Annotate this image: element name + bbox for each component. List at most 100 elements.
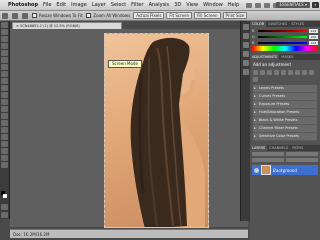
lasso-tool-icon[interactable] — [1, 36, 8, 42]
red-channel-label: R — [252, 28, 255, 33]
eyedropper-tool-icon[interactable] — [1, 57, 8, 63]
preset-hue-saturation[interactable]: Hue/Saturation Presets — [253, 109, 317, 117]
background-color-swatch[interactable] — [3, 194, 7, 198]
tab-masks[interactable]: MASKS — [279, 54, 295, 60]
quick-mask-icon[interactable] — [1, 204, 8, 210]
tab-color[interactable]: COLOR — [250, 21, 267, 27]
blue-value-field[interactable]: 164 — [309, 40, 318, 45]
path-selection-tool-icon[interactable] — [1, 134, 8, 140]
quick-selection-tool-icon[interactable] — [1, 43, 8, 49]
color-spectrum-bar[interactable] — [252, 46, 318, 51]
photo-filter-icon[interactable] — [309, 70, 314, 75]
tab-channels[interactable]: CHANNELS — [267, 145, 290, 151]
fill-screen-button[interactable]: Fill Screen — [194, 12, 221, 19]
type-tool-icon[interactable] — [1, 127, 8, 133]
history-brush-tool-icon[interactable] — [1, 85, 8, 91]
menu-edit[interactable]: Edit — [56, 2, 66, 8]
brush-tool-icon[interactable] — [1, 71, 8, 77]
menu-3d[interactable]: 3D — [174, 2, 181, 8]
dodge-tool-icon[interactable] — [1, 113, 8, 119]
green-value-field[interactable]: 200 — [309, 34, 318, 39]
eraser-tool-icon[interactable] — [1, 92, 8, 98]
brushes-panel-icon[interactable] — [242, 42, 249, 48]
lock-options[interactable] — [252, 158, 284, 162]
resize-windows-checkbox[interactable] — [32, 13, 37, 18]
search-icon[interactable]: ⌕ — [312, 2, 319, 8]
history-panel-icon[interactable] — [242, 24, 249, 30]
zoom-tool-icon[interactable] — [1, 162, 8, 168]
eye-icon[interactable] — [254, 167, 259, 173]
green-channel-label: G — [252, 34, 255, 39]
app-menu[interactable]: Photoshop — [8, 2, 38, 8]
healing-brush-tool-icon[interactable] — [1, 64, 8, 70]
menu-bar: Photoshop File Edit Image Layer Select F… — [0, 0, 320, 11]
red-slider[interactable] — [258, 29, 307, 32]
zoom-in-icon[interactable] — [12, 12, 18, 19]
menu-image[interactable]: Image — [71, 2, 87, 8]
preset-selective-color[interactable]: Selective Color Presets — [253, 133, 317, 141]
hand-tool-icon[interactable] — [1, 155, 8, 161]
tab-styles[interactable]: STYLES — [289, 21, 306, 27]
levels-icon[interactable] — [260, 70, 265, 75]
adjustment-icons — [250, 69, 320, 83]
preset-curves[interactable]: Curves Presets — [253, 93, 317, 101]
fit-screen-button[interactable]: Fit Screen — [166, 12, 193, 19]
pen-tool-icon[interactable] — [1, 120, 8, 126]
exposure-icon[interactable] — [274, 70, 279, 75]
gradient-tool-icon[interactable] — [1, 99, 8, 105]
clone-source-panel-icon[interactable] — [242, 51, 249, 57]
move-tool-icon[interactable] — [1, 22, 8, 28]
zoom-all-label: Zoom All Windows — [93, 13, 131, 18]
paragraph-panel-icon[interactable] — [242, 69, 249, 75]
options-bar: Resize Windows To Fit Zoom All Windows A… — [0, 11, 320, 21]
character-panel-icon[interactable] — [242, 60, 249, 66]
3d-rotate-tool-icon[interactable] — [1, 148, 8, 154]
preset-channel-mixer[interactable]: Channel Mixer Presets — [253, 125, 317, 133]
menu-file[interactable]: File — [43, 2, 51, 8]
tab-adjustments[interactable]: ADJUSTMENTS — [250, 54, 280, 60]
crop-tool-icon[interactable] — [1, 50, 8, 56]
menu-analysis[interactable]: Analysis — [149, 2, 170, 8]
actual-pixels-button[interactable]: Actual Pixels — [133, 12, 165, 19]
menu-select[interactable]: Select — [111, 2, 126, 8]
preset-exposure[interactable]: Exposure Presets — [253, 101, 317, 109]
clone-stamp-tool-icon[interactable] — [1, 78, 8, 84]
blur-tool-icon[interactable] — [1, 106, 8, 112]
curves-icon[interactable] — [267, 70, 272, 75]
brightness-contrast-icon[interactable] — [253, 70, 258, 75]
preset-black-white[interactable]: Black & White Presets — [253, 117, 317, 125]
bridge-icon[interactable] — [246, 2, 253, 8]
opacity-field[interactable] — [286, 152, 318, 156]
tab-layers[interactable]: LAYERS — [250, 145, 268, 151]
marquee-tool-icon[interactable] — [1, 29, 8, 35]
mini-bridge-icon[interactable] — [255, 2, 262, 8]
preset-levels[interactable]: Levels Presets — [253, 85, 317, 93]
screen-mode-icon[interactable] — [1, 212, 8, 218]
document-tab[interactable]: × SCN48652-2 (1) @ 12.5% (RGB/8) — [12, 22, 122, 29]
green-slider[interactable] — [258, 35, 307, 38]
menu-filter[interactable]: Filter — [131, 2, 143, 8]
color-balance-icon[interactable] — [295, 70, 300, 75]
menu-window[interactable]: Window — [203, 2, 223, 8]
zoom-level-icon[interactable] — [264, 2, 271, 8]
workspace-switcher[interactable]: ESSENTIALS ▾ — [276, 2, 310, 8]
hue-saturation-icon[interactable] — [288, 70, 293, 75]
channel-mixer-icon[interactable] — [253, 77, 258, 82]
black-white-icon[interactable] — [302, 70, 307, 75]
blue-slider[interactable] — [258, 41, 307, 44]
shape-tool-icon[interactable] — [1, 141, 8, 147]
zoom-out-icon[interactable] — [22, 12, 28, 19]
fill-field[interactable] — [286, 158, 318, 162]
menu-layer[interactable]: Layer — [92, 2, 106, 8]
red-value-field[interactable]: 242 — [309, 28, 318, 33]
actions-panel-icon[interactable] — [242, 33, 249, 39]
blend-mode-dropdown[interactable] — [252, 152, 284, 156]
menu-help[interactable]: Help — [228, 2, 239, 8]
tab-paths[interactable]: PATHS — [290, 145, 305, 151]
menu-view[interactable]: View — [186, 2, 198, 8]
zoom-all-checkbox[interactable] — [86, 13, 92, 18]
vibrance-icon[interactable] — [281, 70, 286, 75]
print-size-button[interactable]: Print Size — [222, 12, 248, 19]
layer-row-background[interactable]: Background — [252, 165, 318, 175]
tab-swatches[interactable]: SWATCHES — [266, 21, 289, 27]
